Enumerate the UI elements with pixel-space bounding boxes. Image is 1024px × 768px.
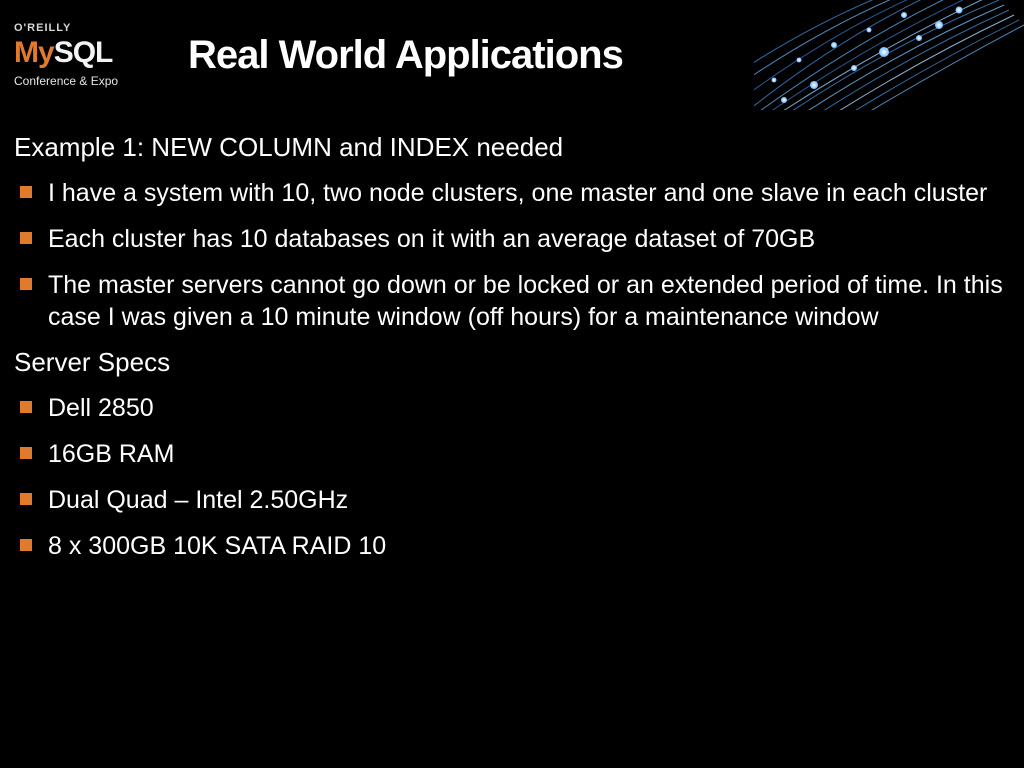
list-item: Dell 2850 (14, 392, 1010, 424)
list-item: I have a system with 10, two node cluste… (14, 177, 1010, 209)
specs-heading: Server Specs (14, 347, 1010, 378)
logo-brand-main: MySQL (14, 36, 164, 70)
list-item: Dual Quad – Intel 2.50GHz (14, 484, 1010, 516)
logo-brand-sql: SQL (54, 36, 113, 69)
fiber-optic-decor (754, 0, 1024, 110)
example-heading: Example 1: NEW COLUMN and INDEX needed (14, 132, 1010, 163)
list-item: 16GB RAM (14, 438, 1010, 470)
list-item: The master servers cannot go down or be … (14, 269, 1010, 333)
example-bullets: I have a system with 10, two node cluste… (14, 177, 1010, 333)
slide-title: Real World Applications (188, 33, 623, 78)
logo-tagline: Conference & Expo (14, 74, 164, 88)
list-item: Each cluster has 10 databases on it with… (14, 223, 1010, 255)
logo-block: O'REILLY MySQL Conference & Expo (0, 22, 164, 88)
header: O'REILLY MySQL Conference & Expo Real Wo… (0, 0, 1024, 110)
specs-bullets: Dell 2850 16GB RAM Dual Quad – Intel 2.5… (14, 392, 1010, 562)
list-item: 8 x 300GB 10K SATA RAID 10 (14, 530, 1010, 562)
slide: O'REILLY MySQL Conference & Expo Real Wo… (0, 0, 1024, 768)
slide-body: Example 1: NEW COLUMN and INDEX needed I… (0, 110, 1024, 562)
logo-brand-my: My (14, 36, 54, 69)
fiber-optic-icon (754, 0, 1024, 110)
logo-brand-top: O'REILLY (14, 22, 164, 34)
